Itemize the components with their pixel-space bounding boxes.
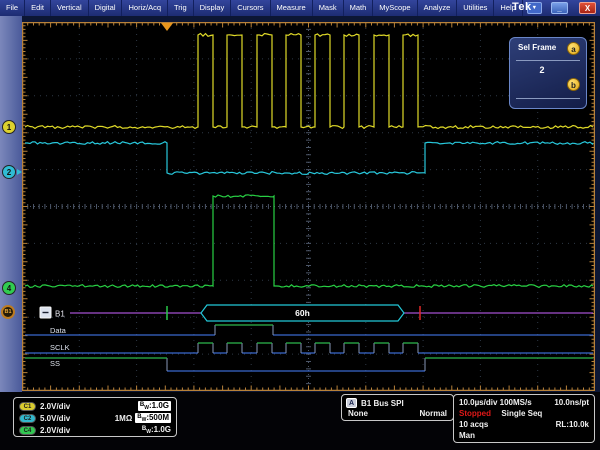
- divider: [516, 98, 580, 99]
- menu-item-horiz-acq[interactable]: Horiz/Acq: [122, 0, 168, 16]
- bus-readout-panel[interactable]: A B1 Bus SPI None Normal: [341, 394, 454, 421]
- menu-item-analyze[interactable]: Analyze: [418, 0, 458, 16]
- minimize-button[interactable]: _: [551, 2, 568, 14]
- channel-4-badge[interactable]: 4: [2, 281, 16, 295]
- bus-title: B1 Bus SPI: [361, 399, 404, 408]
- left-bar: [0, 16, 22, 392]
- menu-item-measure[interactable]: Measure: [271, 0, 313, 16]
- menu-item-math[interactable]: Math: [344, 0, 374, 16]
- acquisition-mode: Single Seq: [501, 409, 542, 418]
- c4-bandwidth: BW:1.0G: [142, 425, 171, 435]
- trigger-man: Man: [459, 431, 475, 440]
- knob-a-icon[interactable]: a: [567, 42, 580, 55]
- menu-item-digital[interactable]: Digital: [89, 0, 123, 16]
- acquisition-count: 10 acqs: [459, 420, 488, 429]
- menu-item-display[interactable]: Display: [194, 0, 232, 16]
- svg-text:SS: SS: [50, 359, 60, 368]
- channel-2-readout[interactable]: C2 5.0V/div 1MΩBW:500M: [19, 412, 171, 424]
- menu-item-mask[interactable]: Mask: [313, 0, 344, 16]
- c1-badge: C1: [19, 402, 36, 411]
- close-button[interactable]: X: [579, 2, 596, 14]
- channel-2-marker-icon: [17, 169, 22, 175]
- svg-text:60h: 60h: [295, 308, 310, 318]
- menu-item-trig[interactable]: Trig: [168, 0, 194, 16]
- c1-bandwidth: BW:1.0G: [138, 401, 171, 411]
- knob-b-icon[interactable]: b: [567, 78, 580, 91]
- c4-scale: 2.0V/div: [40, 426, 92, 435]
- bus-mode: Normal: [419, 409, 447, 418]
- acquisition-status: Stopped: [459, 409, 501, 418]
- sel-frame-panel: Sel Frame a 2 b: [509, 37, 587, 109]
- menu-item-cursors[interactable]: Cursors: [231, 0, 270, 16]
- menu-item-file[interactable]: File: [0, 0, 25, 16]
- sel-frame-value[interactable]: 2: [510, 65, 574, 75]
- channel-1-badge[interactable]: 1: [2, 120, 16, 134]
- oscilloscope-screen: File Edit Vertical Digital Horiz/Acq Tri…: [0, 0, 600, 450]
- menu-bar: File Edit Vertical Digital Horiz/Acq Tri…: [0, 0, 600, 16]
- menu-item-edit[interactable]: Edit: [25, 0, 51, 16]
- c2-impedance: 1MΩ: [115, 414, 133, 423]
- channel-1-readout[interactable]: C1 2.0V/div BW:1.0G: [19, 400, 171, 412]
- svg-text:SCLK: SCLK: [50, 343, 70, 352]
- sample-rate: 100MS/s: [500, 398, 532, 407]
- c2-bandwidth: BW:500M: [135, 413, 171, 423]
- menu-item-utilities[interactable]: Utilities: [457, 0, 494, 16]
- record-length: RL:10.0k: [556, 420, 589, 429]
- divider: [516, 60, 580, 61]
- c1-scale: 2.0V/div: [40, 402, 92, 411]
- bus-holdoff: None: [348, 409, 368, 418]
- horiz-scale: 10.0µs/div: [459, 398, 497, 407]
- tek-logo: Tek: [512, 1, 532, 13]
- svg-text:Data: Data: [50, 326, 67, 335]
- horizontal-readout-panel[interactable]: 10.0µs/div 100MS/s 10.0ns/pt Stopped Sin…: [453, 394, 595, 443]
- menu-item-vertical[interactable]: Vertical: [51, 0, 89, 16]
- vertical-readout-panel[interactable]: C1 2.0V/div BW:1.0G C2 5.0V/div 1MΩBW:50…: [13, 397, 177, 437]
- trigger-a-icon: A: [346, 398, 357, 408]
- c2-badge: C2: [19, 414, 36, 423]
- channel-2-badge[interactable]: 2: [2, 165, 16, 179]
- sel-frame-title: Sel Frame: [518, 43, 556, 52]
- channel-4-readout[interactable]: C4 2.0V/div BW:1.0G: [19, 424, 171, 436]
- sample-resolution: 10.0ns/pt: [554, 398, 589, 407]
- bus-b1-badge[interactable]: B1: [1, 305, 15, 319]
- c2-scale: 5.0V/div: [40, 414, 92, 423]
- svg-text:B1: B1: [55, 310, 65, 319]
- menu-item-myscope[interactable]: MyScope: [373, 0, 417, 16]
- c4-badge: C4: [19, 426, 36, 435]
